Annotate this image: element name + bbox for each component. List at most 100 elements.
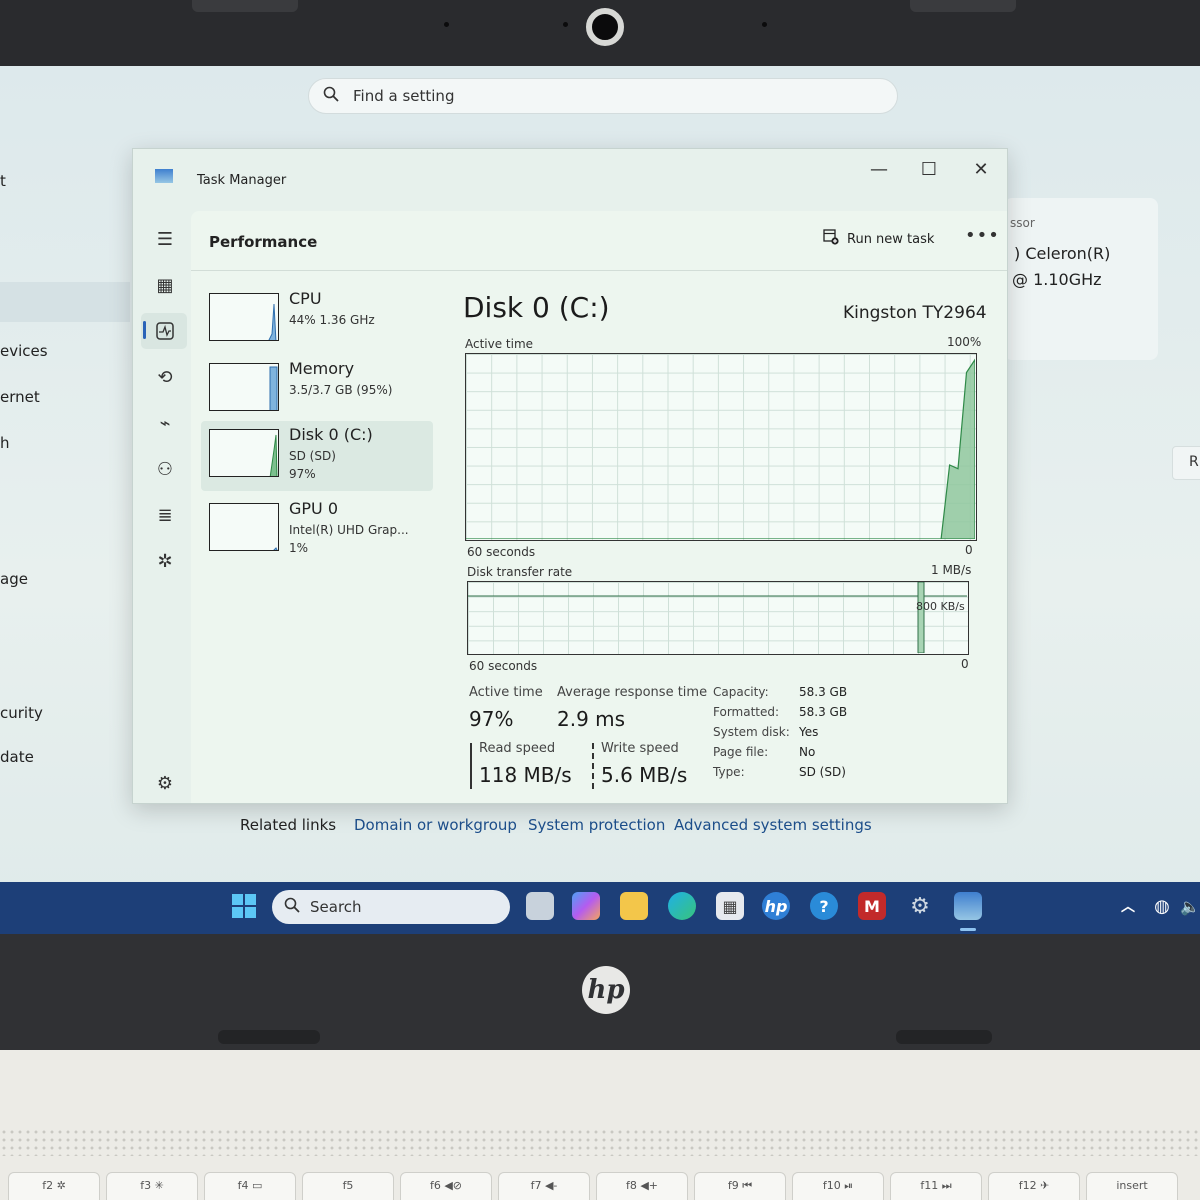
settings-nav-item[interactable]: date [0,748,34,766]
find-setting-search[interactable]: Find a setting [308,78,898,114]
active-time-chart [465,353,977,541]
type-label: Type: [713,765,745,779]
mcafee-icon[interactable]: M [858,892,886,920]
resource-cpu[interactable]: CPU 44% 1.36 GHz [201,285,433,355]
speaker-grille [0,1128,1200,1156]
rename-button[interactable]: R [1172,446,1200,480]
panel-header: Performance Run new task ••• [191,211,1007,271]
run-new-task-button[interactable]: Run new task [823,229,934,249]
key-f7[interactable]: f7 ◀- [498,1172,590,1200]
laptop-top-bezel [0,0,1200,66]
settings-nav-item[interactable]: ernet [0,388,40,406]
hamburger-menu-icon[interactable]: ☰ [151,225,179,253]
chevron-up-icon[interactable]: ︿ [1114,892,1142,920]
key-f6[interactable]: f6 ◀⊘ [400,1172,492,1200]
processor-card: ssor ) Celeron(R) @ 1.10GHz [1004,198,1158,360]
read-speed-marker [470,743,472,789]
settings-nav-item[interactable]: age [0,570,28,588]
resource-gpu0[interactable]: GPU 0 Intel(R) UHD Grap... 1% [201,495,433,565]
key-f11[interactable]: f11 ⏭ [890,1172,982,1200]
store-icon[interactable]: ▦ [716,892,744,920]
resource-disk0[interactable]: Disk 0 (C:) SD (SD) 97% [201,421,433,491]
hp-app-icon[interactable]: hp [762,892,790,920]
graph-label: Active time [465,337,534,351]
key-f8[interactable]: f8 ◀+ [596,1172,688,1200]
volume-icon[interactable]: 🔈 [1176,892,1200,920]
key-insert[interactable]: insert [1086,1172,1178,1200]
settings-nav-selected [0,282,130,322]
details-icon[interactable]: ≣ [151,501,179,529]
task-manager-taskbar-icon[interactable] [954,892,982,920]
resource-memory[interactable]: Memory 3.5/3.7 GB (95%) [201,355,433,425]
performance-icon[interactable] [151,317,179,345]
graph-max-label: 100% [947,335,982,349]
key-f4[interactable]: f4 ▭ [204,1172,296,1200]
screen: Find a setting t evices ernet h age curi… [0,66,1200,934]
key-f12[interactable]: f12 ✈ [988,1172,1080,1200]
gpu-thumbnail-graph [209,503,279,551]
capacity-label: Capacity: [713,685,769,699]
link-system-protection[interactable]: System protection [528,816,665,834]
taskbar-search-placeholder: Search [310,898,362,916]
key-f3[interactable]: f3 ✳ [106,1172,198,1200]
help-icon[interactable]: ? [810,892,838,920]
task-manager-window: Task Manager — ☐ ✕ ☰ ▦ ⟲ ⌁ ⚇ ≣ ✲ ⚙ Perfo… [132,148,1008,804]
processor-label: ssor [1010,216,1035,230]
disk-title: Disk 0 (C:) [463,291,610,324]
taskbar-search[interactable]: Search [272,890,510,924]
copilot-icon[interactable] [572,892,600,920]
close-button[interactable]: ✕ [959,155,1003,183]
key-f9[interactable]: f9 ⏮ [694,1172,786,1200]
avg-response-value: 2.9 ms [557,707,626,731]
search-placeholder: Find a setting [353,87,455,105]
window-title: Task Manager [197,173,287,188]
transfer-mid-label: 800 KB/s [916,600,965,613]
processes-icon[interactable]: ▦ [151,271,179,299]
search-icon [323,86,339,106]
settings-nav-item[interactable]: t [0,172,6,190]
network-globe-icon[interactable]: ◍ [1148,892,1176,920]
file-explorer-icon[interactable] [620,892,648,920]
read-speed-value: 118 MB/s [479,763,572,787]
read-speed-label: Read speed [479,741,556,756]
write-speed-label: Write speed [601,741,679,756]
link-domain-workgroup[interactable]: Domain or workgroup [354,816,517,834]
processor-speed: @ 1.10GHz [1012,270,1102,289]
services-icon[interactable]: ✲ [151,547,179,575]
app-history-icon[interactable]: ⟲ [151,363,179,391]
rail-active-indicator [143,321,146,339]
capacity-value: 58.3 GB [799,685,848,699]
settings-nav-item[interactable]: h [0,434,10,452]
users-icon[interactable]: ⚇ [151,455,179,483]
active-time-label: Active time [469,685,543,700]
resource-name: Disk 0 (C:) [289,425,373,444]
key-f10[interactable]: f10 ⏯ [792,1172,884,1200]
formatted-value: 58.3 GB [799,705,848,719]
edge-icon[interactable] [668,892,696,920]
sensor-dot [563,22,568,27]
resource-type: SD (SD) [289,449,336,463]
system-disk-value: Yes [799,725,819,739]
type-value: SD (SD) [799,765,846,779]
graph-x-left: 60 seconds [469,659,538,673]
settings-nav-item[interactable]: curity [0,704,43,722]
sensor-dot [444,22,449,27]
key-f2[interactable]: f2 ✲ [8,1172,100,1200]
settings-gear-icon[interactable]: ⚙ [151,769,179,797]
start-icon[interactable] [230,892,258,920]
more-options-icon[interactable]: ••• [965,225,1000,246]
transfer-rate-chart: 800 KB/s [467,581,969,655]
maximize-button[interactable]: ☐ [907,155,951,183]
settings-icon[interactable]: ⚙ [906,892,934,920]
taskbar: Search ▦ hp ? M ⚙ ︿ ◍ 🔈 [0,882,1200,934]
task-view-icon[interactable] [526,892,554,920]
startup-apps-icon[interactable]: ⌁ [151,409,179,437]
settings-nav-item[interactable]: evices [0,342,48,360]
system-disk-label: System disk: [713,725,790,739]
hp-logo: hp [582,966,630,1014]
function-key-row: f2 ✲ f3 ✳ f4 ▭ f5 f6 ◀⊘ f7 ◀- f8 ◀+ f9 ⏮… [0,1172,1200,1200]
link-advanced-system-settings[interactable]: Advanced system settings [674,816,872,834]
key-f5[interactable]: f5 [302,1172,394,1200]
related-links-label: Related links [240,816,337,834]
minimize-button[interactable]: — [857,155,901,183]
